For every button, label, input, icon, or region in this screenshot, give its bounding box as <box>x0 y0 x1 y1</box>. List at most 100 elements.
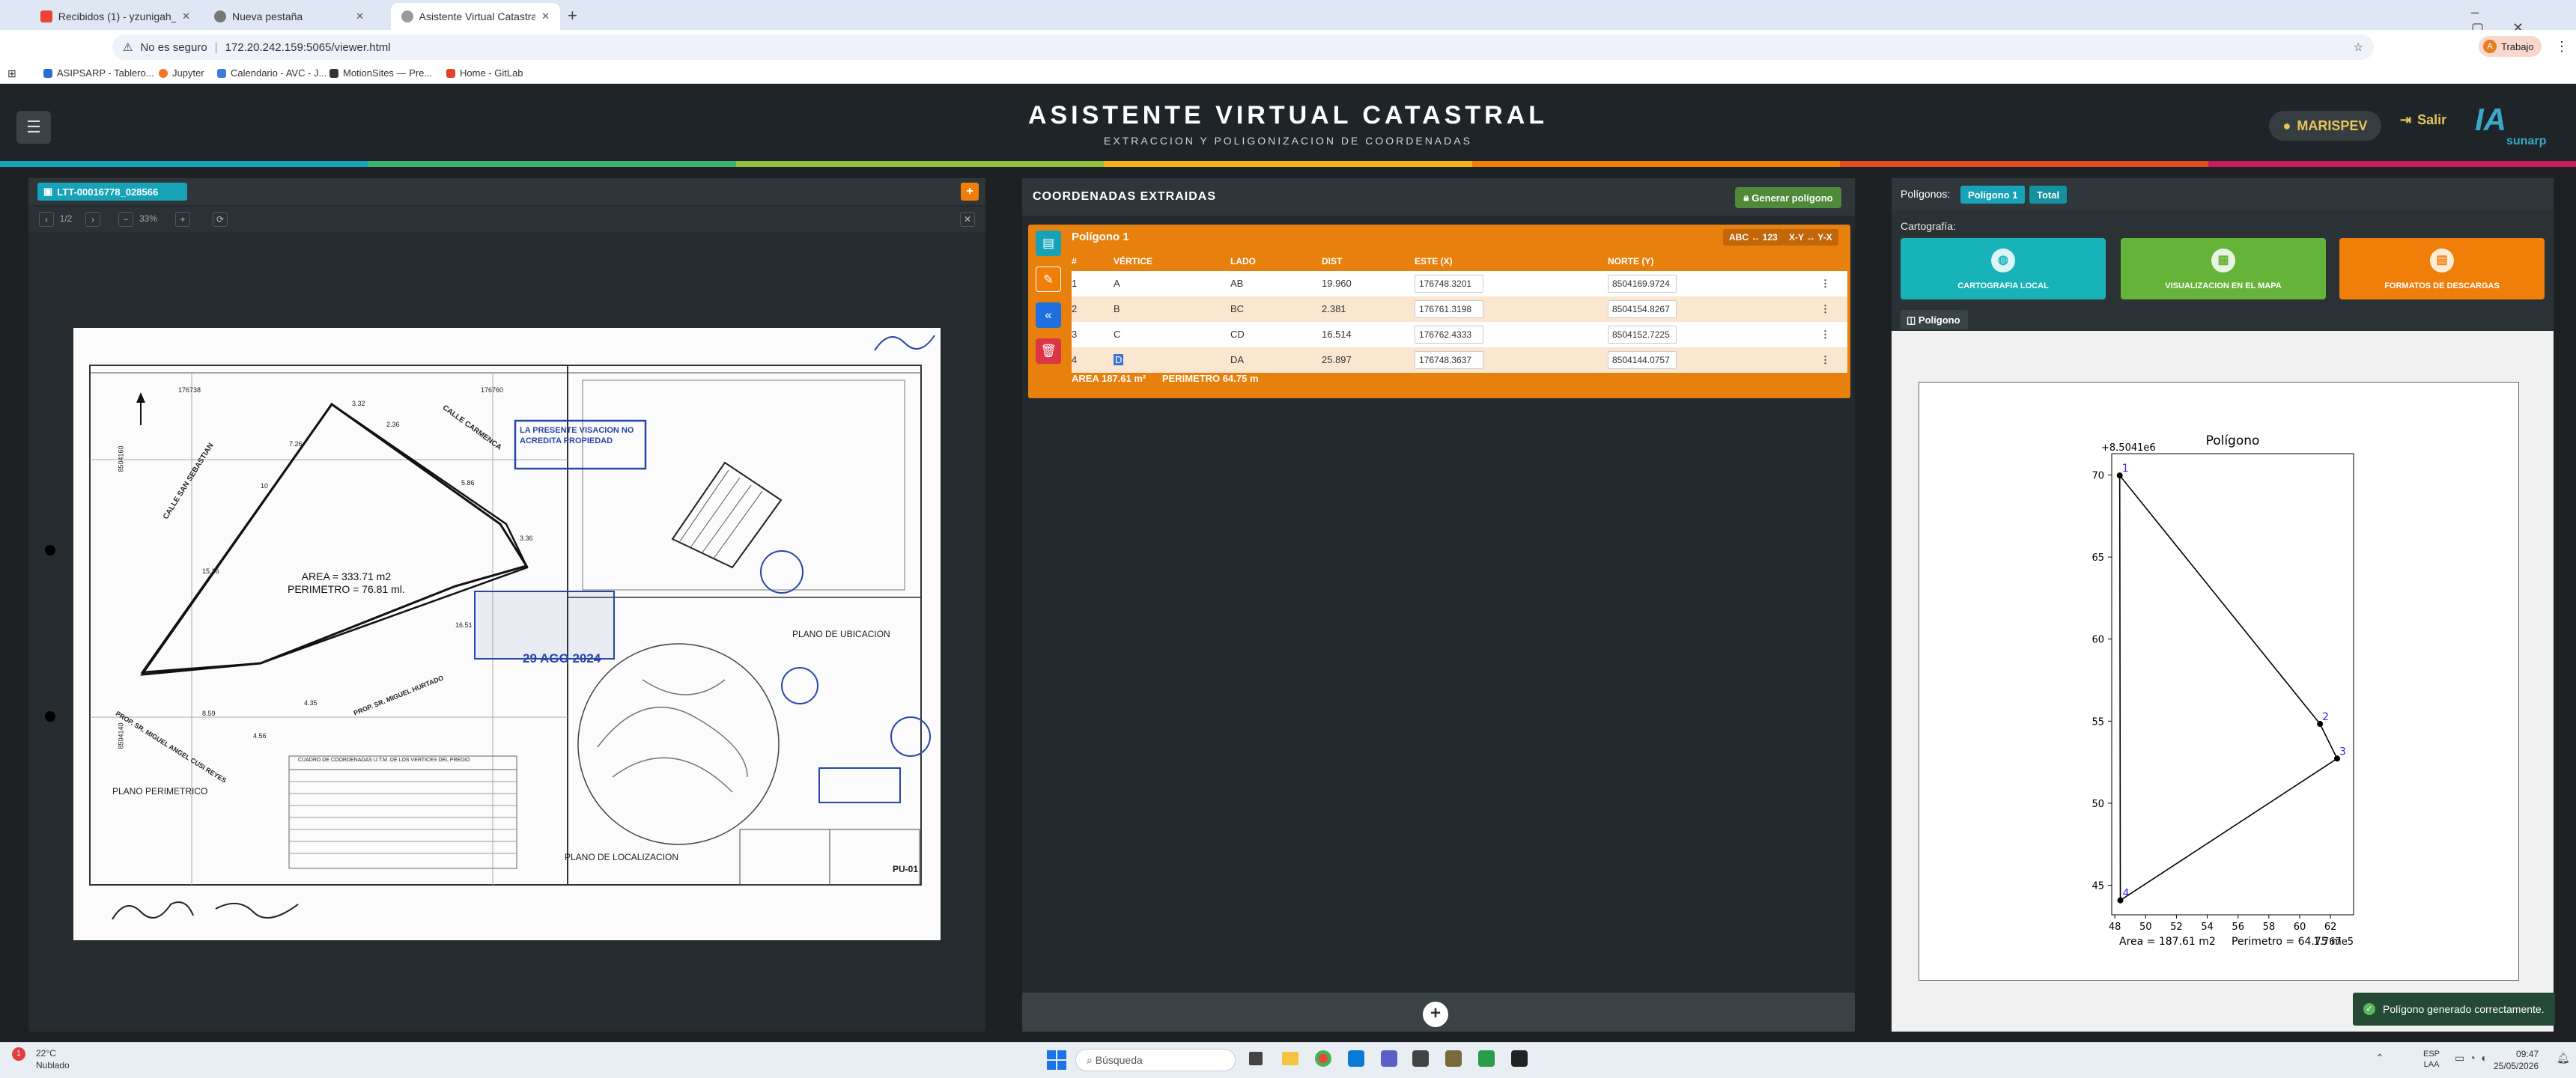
scanned-plan-image: AREA = 333.71 m2 PERIMETRO = 76.81 ml. C… <box>73 328 941 940</box>
row-menu-icon[interactable]: ⋮ <box>1820 329 1830 341</box>
close-tab-icon[interactable]: ✕ <box>541 10 550 22</box>
teams-icon[interactable] <box>1381 1050 1397 1067</box>
browser-tab[interactable]: Recibidos (1) - yzunigah_arequ ✕ <box>30 3 201 30</box>
system-tray-icons[interactable]: ▭◔◖ <box>2455 1052 2491 1065</box>
este-input[interactable]: 176762.4333 <box>1415 326 1483 344</box>
y-tick-label: 50 <box>2092 799 2104 810</box>
next-page-button[interactable]: › <box>85 212 100 227</box>
logout-button[interactable]: ⇥ Salir <box>2400 112 2446 128</box>
chevron-up-icon[interactable]: ⌃ <box>2375 1052 2384 1065</box>
plan-table-title: CUADRO DE COORDENADAS U.T.M. DE LOS VERT… <box>298 758 470 763</box>
y-tick-label: 70 <box>2092 470 2104 481</box>
plot-figure: Polígono +8.5041e6 48 50 52 54 56 58 60 62 45 50 55 6… <box>1919 382 2519 981</box>
bookmark-star-icon[interactable]: ☆ <box>2354 40 2363 54</box>
area-value: 187.61 m² <box>1101 373 1146 384</box>
close-tab-icon[interactable]: ✕ <box>182 10 190 22</box>
taskbar-search[interactable]: ⌕ Búsqueda <box>1075 1049 1236 1071</box>
zoom-out-button[interactable]: − <box>118 212 133 227</box>
este-input[interactable]: 176748.3201 <box>1415 275 1483 293</box>
language-indicator[interactable]: ESP LAA <box>2423 1049 2440 1070</box>
chrome-icon[interactable] <box>1315 1050 1331 1067</box>
menu-kebab-icon[interactable]: ⋮ <box>2555 39 2569 55</box>
rewind-icon[interactable]: « <box>1036 302 1061 328</box>
bookmark-item[interactable]: Calendario - AVC - J... <box>217 67 326 79</box>
bookmark-item[interactable]: ASIPSARP - Tablero... <box>43 67 154 79</box>
browser-tab-active[interactable]: Asistente Virtual Catastral — V ✕ <box>391 3 560 30</box>
norte-input[interactable]: 8504152.7225 <box>1608 326 1677 344</box>
x-tick-label: 58 <box>2263 922 2276 933</box>
row-menu-icon[interactable]: ⋮ <box>1820 278 1830 290</box>
map-icon: ▦ <box>2211 249 2235 272</box>
table-row: 2 B BC 2.381 176761.3198 8504154.8267 ⋮ <box>1072 296 1847 322</box>
row-index: 2 <box>1072 303 1078 314</box>
trash-icon[interactable]: 🗑︎ <box>1036 338 1061 364</box>
map-view-button[interactable]: ▦ VISUALIZACION EN EL MAPA <box>2121 238 2326 299</box>
browser-tab[interactable]: Nueva pestaña ✕ <box>204 3 374 30</box>
clock[interactable]: 09:47 25/05/2026 <box>2494 1048 2539 1072</box>
row-distance: 2.381 <box>1322 303 1346 314</box>
add-file-button[interactable]: + <box>961 183 979 201</box>
coordinates-footer: + <box>1022 993 1855 1032</box>
x-tick-label: 56 <box>2232 922 2244 933</box>
bookmark-item[interactable]: Jupyter <box>159 67 204 79</box>
row-distance: 25.897 <box>1322 354 1352 365</box>
profile-label: Trabajo <box>2501 40 2534 52</box>
app-icon[interactable] <box>1445 1050 1462 1067</box>
norte-input[interactable]: 8504154.8267 <box>1608 300 1677 318</box>
este-input[interactable]: 176761.3198 <box>1415 300 1483 318</box>
norte-input[interactable]: 8504169.9724 <box>1608 275 1677 293</box>
edit-icon[interactable]: ✎ <box>1036 267 1061 292</box>
zoom-in-button[interactable]: + <box>175 212 190 227</box>
app-icon[interactable] <box>1412 1050 1429 1067</box>
taskview-icon[interactable] <box>1249 1052 1263 1065</box>
local-cartography-button[interactable]: ◍ CARTOGRAFIA LOCAL <box>1901 238 2106 299</box>
tab-total[interactable]: Total <box>2029 186 2068 204</box>
bookmark-item[interactable]: Home - GitLab <box>446 67 523 79</box>
coordinates-table: Polígono 1 ABC ↔ 123 X-Y ↔ Y-X # VÉRTICE… <box>1072 226 1847 394</box>
table-row: 1 A AB 19.960 176748.3201 8504169.9724 ⋮ <box>1072 271 1847 296</box>
plan-coord: 176738 <box>178 386 201 394</box>
bookmark-item[interactable]: MotionSites — Pre... <box>329 67 432 79</box>
norte-input[interactable]: 8504144.0757 <box>1608 351 1677 369</box>
file-explorer-icon[interactable] <box>1282 1052 1298 1065</box>
row-side: CD <box>1230 329 1245 340</box>
logo-subtext: sunarp <box>2506 135 2547 147</box>
button-label: FORMATOS DE DESCARGAS <box>2384 281 2500 290</box>
plot-tab[interactable]: ◫ Polígono <box>1901 310 1968 329</box>
user-button[interactable]: ● MARISPEV <box>2269 111 2381 141</box>
este-input[interactable]: 176748.3637 <box>1415 351 1483 369</box>
row-menu-icon[interactable]: ⋮ <box>1820 303 1830 315</box>
download-formats-button[interactable]: ▤ FORMATOS DE DESCARGAS <box>2339 238 2545 299</box>
plot-axes-frame <box>2111 453 2354 916</box>
prev-page-button[interactable]: ‹ <box>39 212 54 227</box>
bookmarks-bar: ⊞ ASIPSARP - Tablero... Jupyter Calendar… <box>0 64 2576 84</box>
apps-grid-icon[interactable]: ⊞ <box>7 67 16 80</box>
sunarp-logo: IA sunarp <box>2475 102 2550 154</box>
app-icon[interactable] <box>1478 1050 1495 1067</box>
generate-polygon-button[interactable]: 🔒︎ Generar polígono <box>1735 187 1841 208</box>
view-icon[interactable]: ▤ <box>1036 231 1061 256</box>
app-title: ASISTENTE VIRTUAL CATASTRAL <box>1027 101 1549 130</box>
row-vertex-selected[interactable]: D <box>1114 354 1124 365</box>
close-viewer-button[interactable]: ✕ <box>960 212 975 227</box>
windows-start-icon[interactable] <box>1047 1050 1066 1070</box>
notifications-icon[interactable]: 🔔︎ <box>2557 1052 2570 1065</box>
add-polygon-button[interactable]: + <box>1423 1002 1448 1027</box>
clock-time: 09:47 <box>2516 1049 2539 1059</box>
label-toggle-button[interactable]: ABC ↔ 123 <box>1723 229 1784 246</box>
vertex-label: 2 <box>2322 711 2329 723</box>
plan-side-length: 7.26 <box>289 440 303 448</box>
address-bar[interactable]: ⚠ No es seguro | 172.20.242.159:5065/vie… <box>112 34 2374 60</box>
success-toast: ✓ Polígono generado correctamente. <box>2353 993 2555 1026</box>
row-menu-icon[interactable]: ⋮ <box>1820 354 1830 366</box>
new-tab-icon[interactable]: + <box>568 6 577 25</box>
rotate-button[interactable]: ⟳ <box>213 212 228 227</box>
terminal-icon[interactable] <box>1511 1050 1528 1067</box>
page-marker-dot <box>45 545 55 555</box>
profile-button[interactable]: A Trabajo <box>2479 36 2542 57</box>
file-tag[interactable]: ▣ LTT-00016778_028566 <box>37 183 187 201</box>
close-tab-icon[interactable]: ✕ <box>356 10 364 22</box>
tab-polygon-1[interactable]: Polígono 1 <box>1960 186 2026 204</box>
xy-swap-button[interactable]: X-Y ↔ Y-X <box>1783 229 1838 246</box>
vscode-icon[interactable] <box>1348 1050 1364 1067</box>
